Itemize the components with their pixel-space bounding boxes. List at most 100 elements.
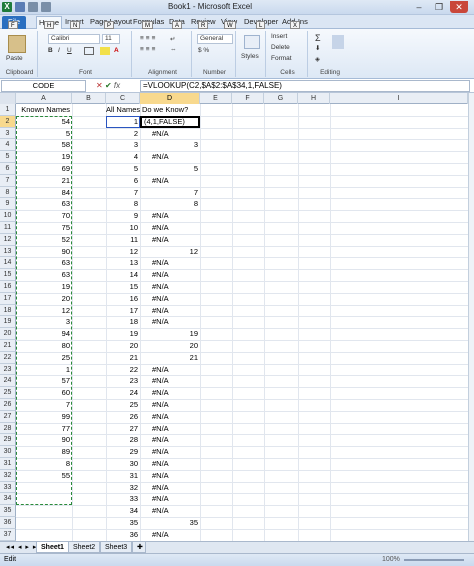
sort-filter-icon[interactable] xyxy=(332,35,344,49)
cell-c[interactable]: 11 xyxy=(106,234,140,246)
cell-c[interactable]: 14 xyxy=(106,269,140,281)
cell-d[interactable]: #N/A xyxy=(140,210,200,222)
cell-a[interactable] xyxy=(16,505,72,517)
cell-c[interactable]: 31 xyxy=(106,470,140,482)
cell-c[interactable]: 28 xyxy=(106,434,140,446)
cell-c[interactable]: 10 xyxy=(106,222,140,234)
row-header[interactable]: 12 xyxy=(0,233,16,246)
cell-d[interactable]: #N/A xyxy=(140,505,200,517)
cell-d[interactable]: #N/A xyxy=(140,151,200,163)
row-header[interactable]: 1 xyxy=(0,104,16,116)
font-size-select[interactable]: 11 xyxy=(102,34,120,44)
cell-d[interactable]: #N/A xyxy=(140,128,200,140)
cell-d[interactable]: 21 xyxy=(140,352,200,364)
cell-d[interactable]: 35 xyxy=(140,517,200,529)
name-box[interactable]: CODE xyxy=(1,80,86,92)
close-button[interactable]: ✕ xyxy=(450,1,468,13)
cell-d[interactable]: #N/A xyxy=(140,305,200,317)
sheet-tab-2[interactable]: Sheet2 xyxy=(68,542,101,553)
select-all-button[interactable] xyxy=(0,93,16,104)
cancel-icon[interactable]: ✕ xyxy=(96,81,103,90)
cell-d[interactable]: #N/A xyxy=(140,387,200,399)
cell-d[interactable]: 5 xyxy=(140,163,200,175)
styles-button[interactable]: Styles xyxy=(241,53,259,60)
cell-d[interactable]: #N/A xyxy=(140,529,200,541)
row-header[interactable]: 27 xyxy=(0,410,16,423)
cell-c[interactable]: 5 xyxy=(106,163,140,175)
column-header-d[interactable]: D xyxy=(140,93,200,104)
cell-d[interactable]: #N/A xyxy=(140,375,200,387)
row-header[interactable]: 25 xyxy=(0,387,16,399)
row-header[interactable]: 26 xyxy=(0,399,16,411)
row-header[interactable]: 3 xyxy=(0,127,16,140)
format-cells-button[interactable]: Format xyxy=(271,55,292,62)
row-header[interactable]: 24 xyxy=(0,375,16,388)
cell-c[interactable]: 20 xyxy=(106,340,140,352)
cell-d[interactable]: #N/A xyxy=(140,281,200,293)
cell-d[interactable]: #N/A xyxy=(140,257,200,269)
cell-c[interactable]: 24 xyxy=(106,387,140,399)
cell-c[interactable]: 13 xyxy=(106,257,140,269)
cell-d[interactable]: #N/A xyxy=(140,470,200,482)
column-header-c[interactable]: C xyxy=(106,93,140,104)
row-header[interactable]: 29 xyxy=(0,434,16,447)
cell-d[interactable]: 7 xyxy=(140,187,200,199)
row-header[interactable]: 37 xyxy=(0,528,16,541)
row-header[interactable]: 4 xyxy=(0,139,16,152)
cell-c[interactable]: 30 xyxy=(106,458,140,470)
cell-d[interactable]: #N/A xyxy=(140,482,200,494)
row-header[interactable]: 7 xyxy=(0,174,16,187)
row-header[interactable]: 14 xyxy=(0,257,16,270)
cell-d[interactable]: #N/A xyxy=(140,316,200,328)
cell-d[interactable]: 19 xyxy=(140,328,200,340)
cell-d[interactable]: #N/A xyxy=(140,434,200,446)
fill-color-icon[interactable] xyxy=(100,47,110,55)
row-header[interactable]: 22 xyxy=(0,351,16,364)
cell-d[interactable]: #N/A xyxy=(140,458,200,470)
cell-d[interactable]: #N/A xyxy=(140,423,200,435)
column-header-a[interactable]: A xyxy=(16,93,72,104)
cell-d[interactable]: #N/A xyxy=(140,269,200,281)
redo-icon[interactable] xyxy=(41,2,51,12)
row-header[interactable]: 10 xyxy=(0,210,16,222)
row-header[interactable]: 15 xyxy=(0,269,16,281)
undo-icon[interactable] xyxy=(28,2,38,12)
sheet-tab-1[interactable]: Sheet1 xyxy=(36,542,69,553)
cell-d[interactable]: 3 xyxy=(140,139,200,151)
wrap-text-icon[interactable]: ↵ xyxy=(170,35,175,43)
formula-input[interactable]: =VLOOKUP(C2,$A$2:$A$34,1,FALSE) xyxy=(140,80,470,92)
font-color-icon[interactable]: A xyxy=(114,47,119,54)
cell-d[interactable]: #N/A xyxy=(140,175,200,187)
paste-icon[interactable] xyxy=(8,35,26,53)
cell-c[interactable]: 35 xyxy=(106,517,140,529)
cell-d[interactable]: 8 xyxy=(140,198,200,210)
header-cell-d[interactable]: Do we Know? xyxy=(140,104,200,116)
cell-d[interactable]: #N/A xyxy=(140,399,200,411)
row-header[interactable]: 16 xyxy=(0,281,16,293)
cell-c[interactable]: 3 xyxy=(106,139,140,151)
row-header[interactable]: 18 xyxy=(0,304,16,317)
cell-c[interactable]: 7 xyxy=(106,187,140,199)
styles-icon[interactable] xyxy=(244,35,260,49)
active-cell-editor[interactable]: (4,1,FALSE) xyxy=(140,115,200,128)
row-header[interactable]: 13 xyxy=(0,245,16,258)
cell-c[interactable]: 27 xyxy=(106,423,140,435)
fill-icon[interactable]: ⬇ xyxy=(315,44,320,52)
underline-icon[interactable]: U xyxy=(67,47,72,54)
clear-icon[interactable]: ◈ xyxy=(315,55,320,63)
borders-icon[interactable] xyxy=(84,47,94,55)
column-header-i[interactable]: I xyxy=(330,93,468,104)
cell-c[interactable]: 19 xyxy=(106,328,140,340)
column-header-g[interactable]: G xyxy=(264,93,298,104)
cell-c[interactable]: 9 xyxy=(106,210,140,222)
cell-c[interactable]: 22 xyxy=(106,364,140,376)
cell-d[interactable]: #N/A xyxy=(140,446,200,458)
header-cell-c[interactable]: All Names xyxy=(106,104,140,116)
cell-c[interactable]: 16 xyxy=(106,293,140,305)
cell-a[interactable] xyxy=(16,529,72,541)
cell-c[interactable]: 15 xyxy=(106,281,140,293)
cell-c[interactable]: 29 xyxy=(106,446,140,458)
row-header[interactable]: 11 xyxy=(0,222,16,234)
column-header-e[interactable]: E xyxy=(200,93,232,104)
row-header[interactable]: 33 xyxy=(0,481,16,494)
